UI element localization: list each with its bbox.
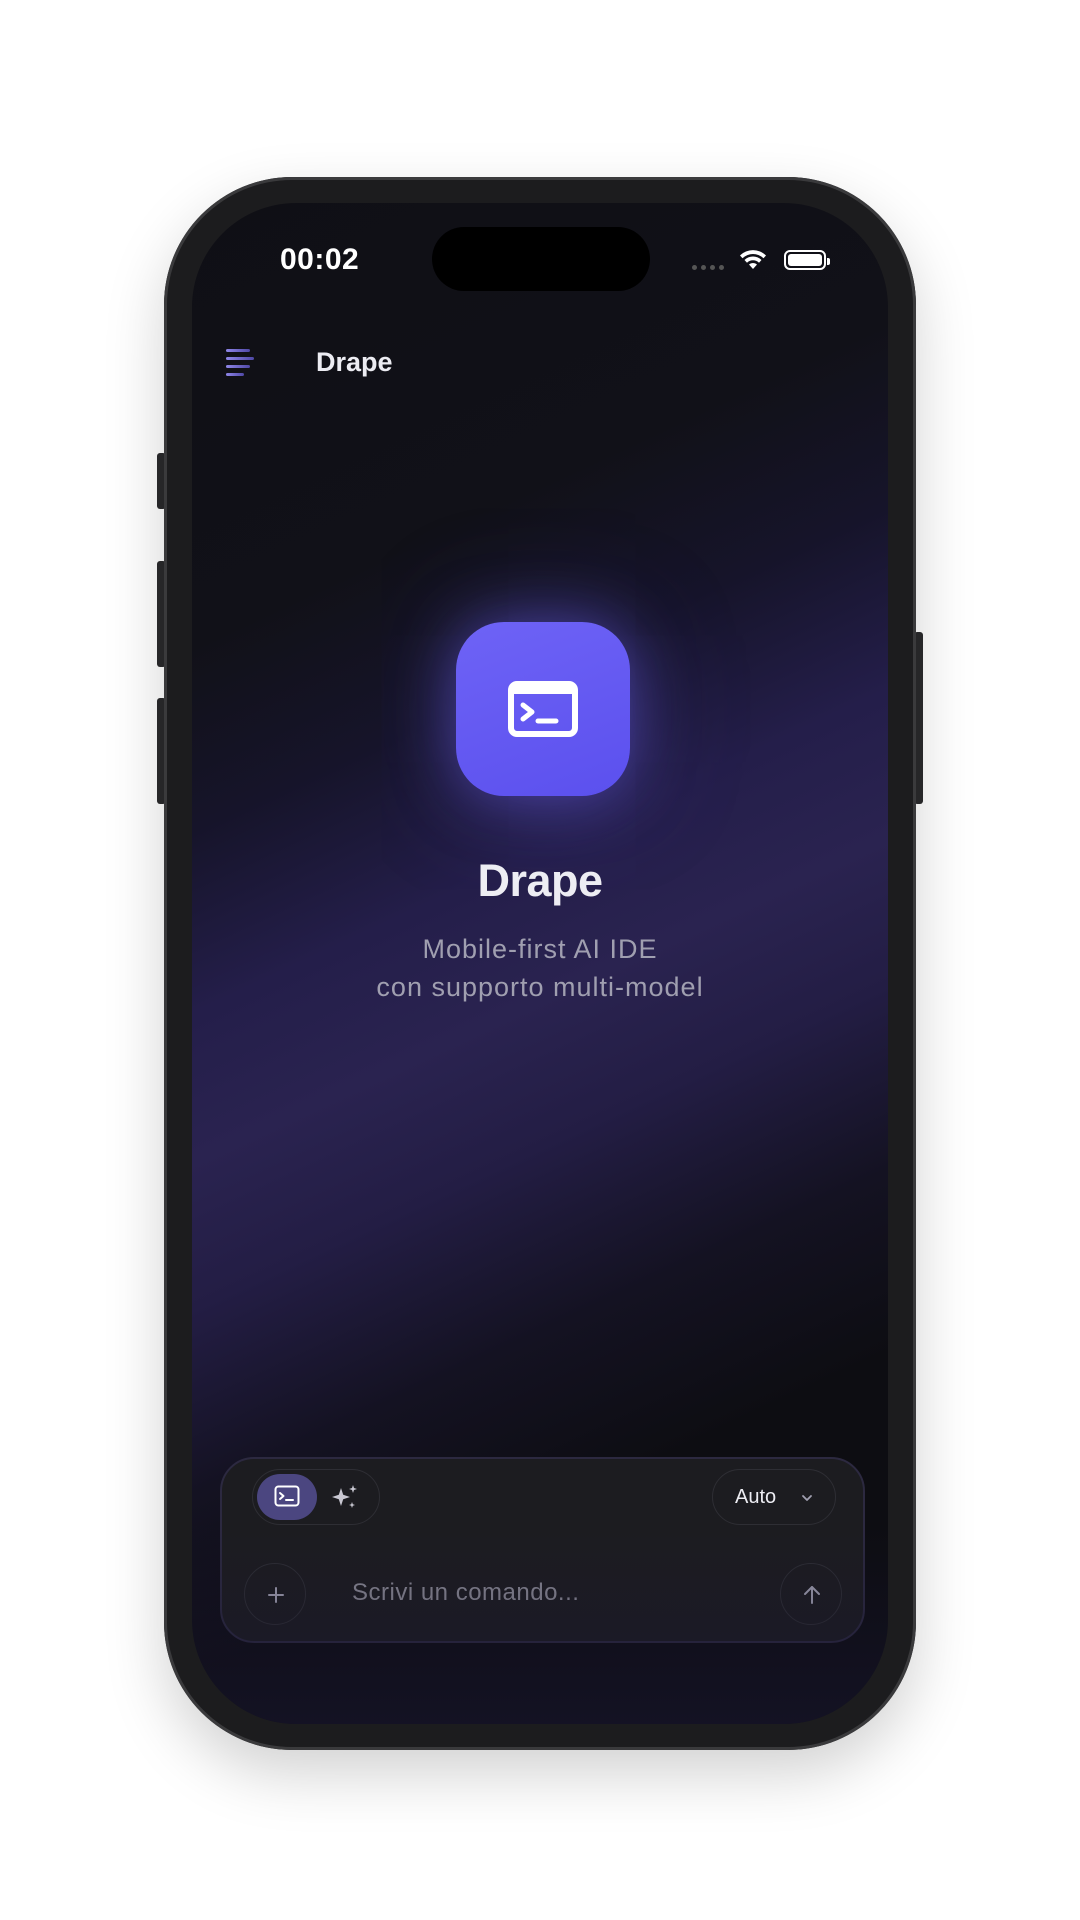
battery-icon (784, 250, 830, 270)
command-composer: Auto (220, 1457, 865, 1643)
wifi-icon (740, 250, 766, 269)
status-time: 00:02 (280, 243, 360, 276)
header-title: Drape (316, 347, 393, 377)
model-selector-value: Auto (735, 1486, 777, 1508)
terminal-icon (508, 681, 578, 737)
dynamic-island (432, 227, 650, 291)
app-logo (456, 622, 630, 796)
plus-icon (268, 1587, 284, 1603)
terminal-icon (274, 1485, 300, 1507)
cellular-signal-icon (692, 265, 724, 270)
hero-subtitle-line2: con supporto multi-model (376, 972, 704, 1002)
add-button[interactable] (244, 1563, 306, 1625)
chevron-down-icon (802, 1495, 812, 1501)
send-button[interactable] (780, 1563, 842, 1625)
sparkles-icon[interactable] (327, 1480, 363, 1514)
menu-icon[interactable] (222, 345, 258, 379)
hero-subtitle-line1: Mobile-first AI IDE (422, 934, 658, 964)
model-selector[interactable]: Auto (712, 1469, 836, 1525)
arrow-up-icon (804, 1586, 820, 1604)
hero-title: Drape (477, 855, 603, 906)
command-input[interactable] (352, 1571, 772, 1615)
terminal-mode-button[interactable] (257, 1474, 317, 1520)
stage: 00:02 Drape Drape Mobile-first AI IDE co… (0, 0, 1080, 1920)
mode-toggle-group (252, 1469, 380, 1525)
app-screen: 00:02 Drape Drape Mobile-first AI IDE co… (192, 203, 888, 1724)
